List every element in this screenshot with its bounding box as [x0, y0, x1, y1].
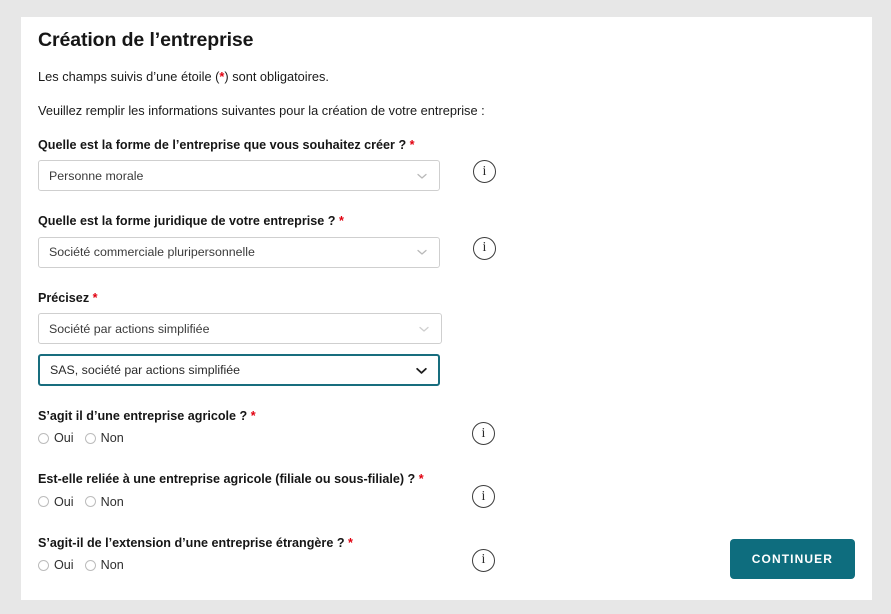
continue-button[interactable]: CONTINUER: [729, 539, 855, 579]
radio-circle[interactable]: [84, 559, 96, 571]
label-text: Quelle est la forme juridique de votre e…: [38, 214, 336, 229]
field-label-precisez: Précisez *: [38, 290, 855, 306]
chevron-down-icon: [416, 170, 428, 182]
question-text-block: Est-elle reliée à une entreprise agricol…: [38, 471, 458, 509]
question-label: Est-elle reliée à une entreprise agricol…: [38, 471, 458, 487]
page-title: Création de l’entreprise: [38, 29, 254, 51]
required-note-text: Les champs suivis d’une étoile (: [38, 69, 220, 85]
radio-option-oui[interactable]: Oui: [38, 431, 74, 445]
radio-group: Oui Non: [38, 431, 458, 445]
select-precisez[interactable]: Société par actions simplifiée: [38, 313, 442, 344]
info-icon-glyph: i: [482, 163, 487, 179]
info-icon-glyph: i: [481, 425, 486, 441]
field-row: Personne morale i: [38, 160, 855, 192]
radio-option-oui[interactable]: Oui: [38, 495, 74, 509]
info-icon[interactable]: i: [472, 485, 495, 509]
info-icon[interactable]: i: [472, 548, 495, 572]
radio-option-label: Oui: [54, 431, 74, 446]
info-icon[interactable]: i: [472, 422, 495, 445]
select-forme-detaillee[interactable]: SAS, société par actions simplifiée: [38, 354, 440, 386]
field-row: SAS, société par actions simplifiée: [38, 354, 855, 386]
radio-group: Oui Non: [38, 558, 458, 572]
info-icon-glyph: i: [481, 488, 486, 504]
radio-circle[interactable]: [84, 432, 96, 444]
footer-actions: CONTINUER: [729, 539, 855, 579]
info-icon[interactable]: i: [473, 236, 496, 260]
chevron-down-icon: [418, 323, 430, 335]
question-reliee-entreprise-agricole: Est-elle reliée à une entreprise agricol…: [38, 471, 855, 509]
question-text-block: S’agit-il de l’extension d’une entrepris…: [38, 535, 458, 572]
field-forme-detaillee: SAS, société par actions simplifiée: [38, 354, 855, 386]
radio-option-non[interactable]: Non: [84, 494, 124, 509]
select-forme-juridique[interactable]: Société commerciale pluripersonnelle: [38, 236, 440, 268]
field-row: Société commerciale pluripersonnelle i: [38, 236, 855, 268]
required-asterisk: *: [338, 214, 344, 229]
select-value: Société commerciale pluripersonnelle: [49, 245, 255, 260]
required-fields-note: Les champs suivis d’une étoile (*) sont …: [38, 68, 855, 85]
label-text: Précisez: [38, 290, 90, 305]
radio-option-label: Non: [100, 431, 124, 446]
required-asterisk: *: [348, 535, 353, 550]
select-value: Personne morale: [49, 168, 144, 183]
form-content: Création de l’entreprise Les champs suiv…: [38, 29, 855, 600]
field-forme-juridique: Quelle est la forme juridique de votre e…: [38, 213, 855, 268]
radio-option-label: Non: [100, 494, 124, 509]
chevron-down-icon: [415, 364, 427, 376]
question-label: S’agit il d’une entreprise agricole ? *: [38, 408, 458, 424]
select-value: Société par actions simplifiée: [49, 321, 210, 336]
label-text: S’agit-il de l’extension d’une entrepris…: [38, 535, 345, 550]
question-label: S’agit-il de l’extension d’une entrepris…: [38, 535, 458, 551]
field-precisez: Précisez * Société par actions simplifié…: [38, 290, 855, 344]
required-asterisk: *: [250, 409, 256, 423]
required-note-text-end: ) sont obligatoires.: [224, 69, 329, 85]
info-icon[interactable]: i: [473, 160, 496, 184]
form-card: Création de l’entreprise Les champs suiv…: [21, 17, 872, 600]
label-text: Est-elle reliée à une entreprise agricol…: [38, 472, 416, 487]
radio-circle[interactable]: [38, 559, 49, 571]
field-label-forme-entreprise: Quelle est la forme de l’entreprise que …: [38, 137, 855, 153]
radio-option-label: Non: [100, 558, 124, 573]
label-text: Quelle est la forme de l’entreprise que …: [38, 137, 407, 152]
radio-circle[interactable]: [84, 496, 96, 508]
radio-circle[interactable]: [38, 496, 49, 508]
question-text-block: S’agit il d’une entreprise agricole ? * …: [38, 408, 458, 445]
required-asterisk: *: [409, 137, 415, 152]
radio-option-label: Oui: [54, 558, 74, 573]
required-asterisk: *: [418, 472, 424, 487]
question-entreprise-agricole: S’agit il d’une entreprise agricole ? * …: [38, 408, 855, 445]
info-icon-glyph: i: [482, 240, 487, 256]
select-value: SAS, société par actions simplifiée: [50, 363, 241, 377]
radio-option-oui[interactable]: Oui: [38, 558, 74, 572]
instruction-text: Veuillez remplir les informations suivan…: [38, 102, 485, 118]
field-forme-entreprise: Quelle est la forme de l’entreprise que …: [38, 137, 855, 192]
label-text: S’agit il d’une entreprise agricole ?: [38, 409, 248, 423]
field-row: Société par actions simplifiée: [38, 313, 855, 344]
select-forme-entreprise[interactable]: Personne morale: [38, 160, 440, 192]
chevron-down-icon: [416, 246, 428, 258]
radio-group: Oui Non: [38, 495, 458, 509]
radio-option-non[interactable]: Non: [84, 558, 124, 573]
required-asterisk: *: [92, 290, 98, 305]
radio-circle[interactable]: [38, 432, 49, 444]
radio-option-non[interactable]: Non: [84, 431, 124, 446]
field-label-forme-juridique: Quelle est la forme juridique de votre e…: [38, 213, 855, 229]
info-icon-glyph: i: [481, 552, 486, 568]
radio-option-label: Oui: [54, 494, 74, 509]
